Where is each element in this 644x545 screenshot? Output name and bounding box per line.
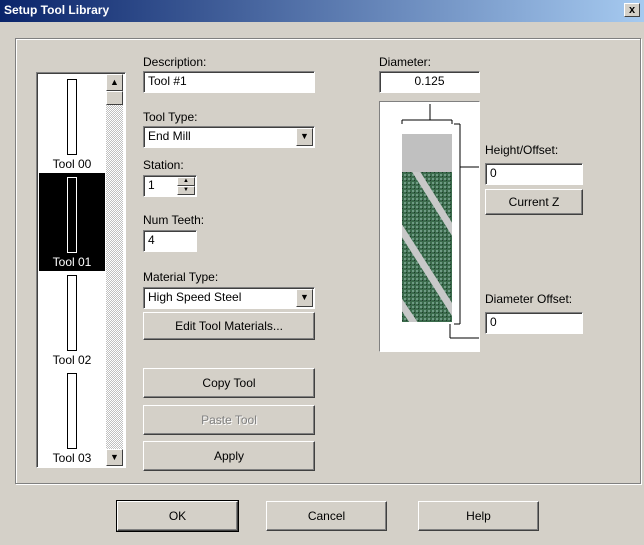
material-type-select[interactable]: High Speed Steel [143, 287, 315, 309]
paste-tool-button[interactable]: Paste Tool [143, 405, 315, 435]
spin-down-icon[interactable]: ▼ [177, 186, 195, 195]
tool-name: Tool 00 [52, 157, 92, 171]
tool-preview-icon [67, 177, 77, 253]
tool-preview-icon [67, 373, 77, 449]
current-z-button[interactable]: Current Z [485, 189, 583, 215]
diameter-offset-input[interactable]: 0 [485, 312, 583, 334]
height-offset-input[interactable]: 0 [485, 163, 583, 185]
tool-preview-icon [67, 79, 77, 155]
tool-name: Tool 01 [52, 255, 92, 269]
tool-list-item-03[interactable]: Tool 03 [39, 369, 105, 467]
tool-list-item-01[interactable]: Tool 01 [39, 173, 105, 271]
edit-tool-materials-button[interactable]: Edit Tool Materials... [143, 312, 315, 340]
end-mill-diagram-icon [401, 104, 479, 339]
chevron-down-icon[interactable]: ▼ [296, 128, 313, 146]
height-offset-label: Height/Offset: [485, 143, 559, 157]
description-label: Description: [143, 55, 207, 69]
tool-list-scrollbar[interactable] [106, 74, 123, 466]
close-button[interactable]: x [624, 3, 640, 17]
tool-list-item-00[interactable]: Tool 00 [39, 75, 105, 173]
scroll-up-button[interactable]: ▲ [106, 74, 123, 91]
station-value: 1 [148, 178, 155, 192]
tool-preview-icon [67, 275, 77, 351]
scroll-down-button[interactable]: ▼ [106, 449, 123, 466]
tool-preview [379, 101, 480, 352]
num-teeth-label: Num Teeth: [143, 213, 205, 227]
copy-tool-button[interactable]: Copy Tool [143, 368, 315, 398]
material-type-label: Material Type: [143, 270, 219, 284]
spin-up-icon[interactable]: ▲ [177, 177, 195, 186]
window-title: Setup Tool Library [4, 3, 110, 17]
description-input[interactable]: Tool #1 [143, 71, 315, 93]
tool-name: Tool 03 [52, 451, 92, 465]
scroll-thumb[interactable] [106, 91, 123, 105]
tool-name: Tool 02 [52, 353, 92, 367]
chevron-down-icon[interactable]: ▼ [296, 289, 313, 307]
material-type-value: High Speed Steel [148, 290, 242, 304]
diameter-label: Diameter: [379, 55, 432, 69]
diameter-input[interactable]: 0.125 [379, 71, 480, 93]
tool-list-item-02[interactable]: Tool 02 [39, 271, 105, 369]
tool-type-label: Tool Type: [143, 110, 198, 124]
apply-button[interactable]: Apply [143, 441, 315, 471]
cancel-button[interactable]: Cancel [266, 501, 387, 531]
ok-button[interactable]: OK [116, 500, 239, 532]
num-teeth-input[interactable]: 4 [143, 230, 197, 252]
help-button[interactable]: Help [418, 501, 539, 531]
tool-type-select[interactable]: End Mill [143, 126, 315, 148]
diameter-offset-label: Diameter Offset: [485, 292, 573, 306]
tool-type-value: End Mill [148, 129, 191, 143]
station-label: Station: [143, 158, 184, 172]
